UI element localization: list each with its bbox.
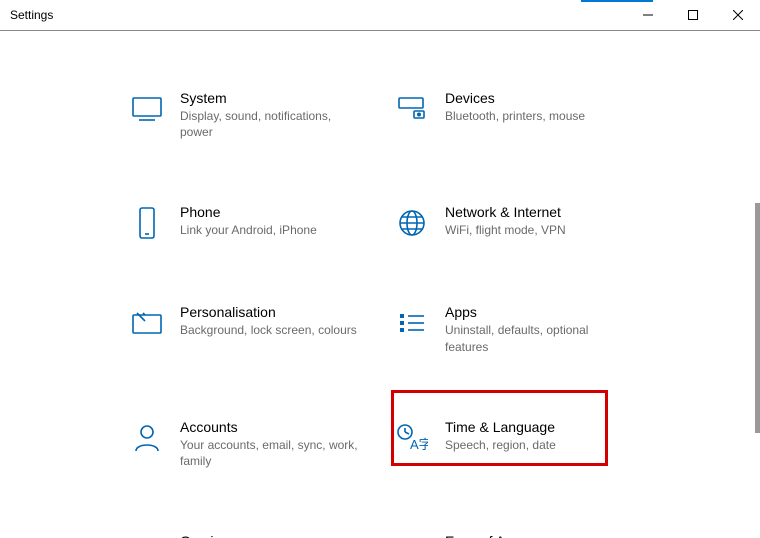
apps-icon bbox=[395, 306, 429, 340]
category-desc: Uninstall, defaults, optional features bbox=[445, 322, 630, 354]
category-desc: Background, lock screen, colours bbox=[180, 322, 357, 338]
window-controls bbox=[625, 0, 760, 30]
category-network[interactable]: Network & Internet WiFi, flight mode, VP… bbox=[395, 200, 660, 244]
category-title: Time & Language bbox=[445, 419, 556, 435]
category-desc: Your accounts, email, sync, work, family bbox=[180, 437, 365, 469]
scrollbar-thumb[interactable] bbox=[755, 203, 760, 433]
window-title: Settings bbox=[10, 8, 53, 22]
category-desc: Speech, region, date bbox=[445, 437, 556, 453]
category-accounts[interactable]: Accounts Your accounts, email, sync, wor… bbox=[130, 415, 395, 473]
accent-strip bbox=[581, 0, 653, 2]
time-language-icon: A字 bbox=[395, 421, 429, 455]
category-devices[interactable]: Devices Bluetooth, printers, mouse bbox=[395, 86, 660, 144]
globe-icon bbox=[395, 206, 429, 240]
category-title: Network & Internet bbox=[445, 204, 566, 220]
category-apps[interactable]: Apps Uninstall, defaults, optional featu… bbox=[395, 300, 660, 358]
phone-icon bbox=[130, 206, 164, 240]
category-personalisation[interactable]: Personalisation Background, lock screen,… bbox=[130, 300, 395, 358]
category-title: Gaming bbox=[180, 533, 229, 538]
devices-icon bbox=[395, 92, 429, 126]
category-time-language[interactable]: A字 Time & Language Speech, region, date bbox=[395, 415, 660, 473]
accounts-icon bbox=[130, 421, 164, 455]
category-title: System bbox=[180, 90, 365, 106]
category-title: Accounts bbox=[180, 419, 365, 435]
category-title: Phone bbox=[180, 204, 317, 220]
minimize-button[interactable] bbox=[625, 0, 670, 30]
category-ease-of-access[interactable]: Ease of Access bbox=[395, 529, 660, 538]
category-desc: Display, sound, notifications, power bbox=[180, 108, 365, 140]
category-system[interactable]: System Display, sound, notifications, po… bbox=[130, 86, 395, 144]
category-title: Ease of Access bbox=[445, 533, 541, 538]
category-gaming[interactable]: Gaming bbox=[130, 529, 395, 538]
titlebar: Settings bbox=[0, 0, 760, 31]
personalisation-icon bbox=[130, 306, 164, 340]
svg-text:A字: A字 bbox=[410, 437, 428, 452]
system-icon bbox=[130, 92, 164, 126]
category-title: Personalisation bbox=[180, 304, 357, 320]
category-desc: Link your Android, iPhone bbox=[180, 222, 317, 238]
categories-grid: System Display, sound, notifications, po… bbox=[130, 86, 690, 538]
category-title: Devices bbox=[445, 90, 585, 106]
close-button[interactable] bbox=[715, 0, 760, 30]
content-area: System Display, sound, notifications, po… bbox=[0, 31, 760, 538]
category-title: Apps bbox=[445, 304, 630, 320]
category-phone[interactable]: Phone Link your Android, iPhone bbox=[130, 200, 395, 244]
category-desc: WiFi, flight mode, VPN bbox=[445, 222, 566, 238]
maximize-button[interactable] bbox=[670, 0, 715, 30]
category-desc: Bluetooth, printers, mouse bbox=[445, 108, 585, 124]
